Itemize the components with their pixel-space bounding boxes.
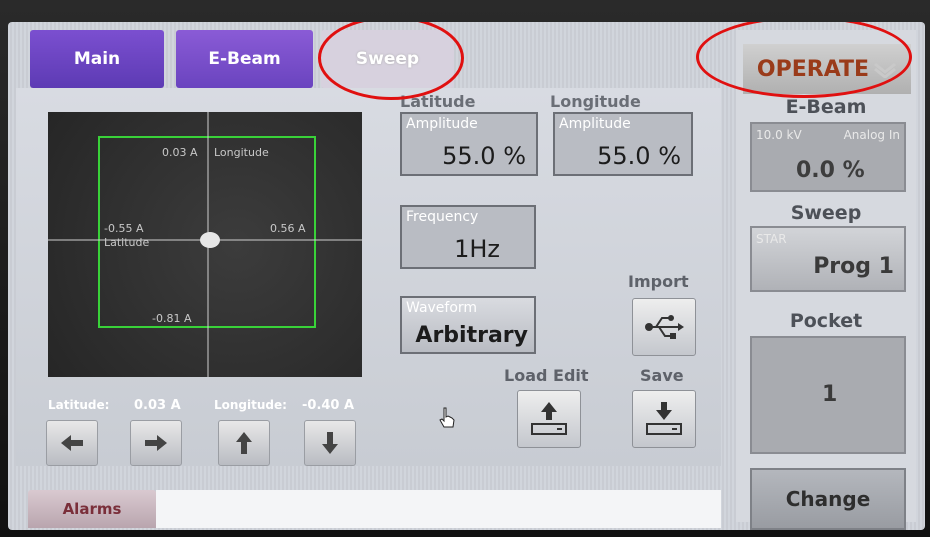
ebeam-mode: Analog In bbox=[843, 128, 900, 142]
waveform-value: Arbitrary bbox=[415, 323, 528, 348]
load-edit-button[interactable] bbox=[517, 390, 581, 448]
plot-longitude-label: Longitude bbox=[214, 146, 269, 159]
plot-latitude-label: Latitude bbox=[104, 236, 150, 249]
save-button[interactable] bbox=[632, 390, 696, 448]
latitude-heading: Latitude bbox=[400, 92, 476, 111]
save-to-drive-icon bbox=[646, 402, 682, 435]
hand-pointer-icon bbox=[439, 407, 455, 428]
move-down-button[interactable] bbox=[304, 420, 356, 466]
arrow-down-icon bbox=[322, 432, 338, 454]
plot-left-value: -0.55 A bbox=[104, 222, 144, 235]
touch-screen: Main E-Beam Sweep 0.03 A Longitude -0.55… bbox=[8, 22, 925, 530]
move-up-button[interactable] bbox=[218, 420, 270, 466]
arrow-left-icon bbox=[61, 435, 83, 451]
plot-top-value: 0.03 A bbox=[162, 146, 198, 159]
save-label: Save bbox=[640, 366, 684, 385]
frequency-field[interactable]: Frequency 1Hz bbox=[400, 205, 536, 269]
alarms-tab[interactable]: Alarms bbox=[28, 490, 156, 528]
move-left-button[interactable] bbox=[46, 420, 98, 466]
longitude-readout-value: -0.40 A bbox=[302, 398, 355, 413]
arrow-right-icon bbox=[145, 435, 167, 451]
sidebar-pocket-title: Pocket bbox=[789, 310, 863, 332]
ebeam-kv: 10.0 kV bbox=[756, 128, 802, 142]
tab-main-label: Main bbox=[73, 49, 121, 69]
pocket-value-box: 1 bbox=[750, 336, 906, 454]
tab-ebeam-label: E-Beam bbox=[208, 49, 281, 69]
operate-mode-label: OPERATE bbox=[756, 56, 870, 82]
longitude-amplitude-field[interactable]: Amplitude 55.0 % bbox=[553, 112, 693, 176]
longitude-heading: Longitude bbox=[550, 92, 641, 111]
arrow-up-icon bbox=[236, 432, 252, 454]
change-label: Change bbox=[785, 487, 871, 511]
ebeam-power-value: 0.0 % bbox=[796, 158, 865, 183]
status-bar bbox=[156, 490, 721, 528]
ebeam-status-box: 10.0 kV Analog In 0.0 % bbox=[750, 122, 906, 192]
sweep-xy-plot[interactable]: 0.03 A Longitude -0.55 A Latitude 0.56 A… bbox=[48, 112, 362, 377]
sweep-program-value: Prog 1 bbox=[813, 254, 894, 279]
sidebar-sweep-title: Sweep bbox=[790, 202, 862, 224]
plot-bottom-value: -0.81 A bbox=[152, 312, 192, 325]
frequency-value: 1Hz bbox=[454, 235, 500, 263]
sweep-program-button[interactable]: STAR Prog 1 bbox=[750, 226, 906, 292]
import-usb-button[interactable] bbox=[632, 298, 696, 356]
tab-main[interactable]: Main bbox=[30, 30, 164, 88]
chevron-down-icon bbox=[874, 62, 897, 78]
change-button[interactable]: Change bbox=[750, 468, 906, 530]
plot-graphics bbox=[48, 112, 362, 377]
beam-position-dot bbox=[200, 232, 220, 248]
load-from-drive-icon bbox=[531, 402, 567, 435]
latitude-readout-label: Latitude: bbox=[48, 398, 110, 412]
longitude-readout-label: Longitude: bbox=[214, 398, 287, 412]
move-right-button[interactable] bbox=[130, 420, 182, 466]
latitude-amplitude-label: Amplitude bbox=[406, 116, 478, 132]
alarms-label: Alarms bbox=[62, 500, 122, 518]
tab-sweep-label: Sweep bbox=[355, 49, 420, 69]
longitude-amplitude-label: Amplitude bbox=[559, 116, 631, 132]
operate-mode-button[interactable]: OPERATE bbox=[743, 44, 911, 94]
latitude-readout-value: 0.03 A bbox=[134, 398, 181, 413]
frequency-label: Frequency bbox=[406, 209, 479, 225]
usb-icon bbox=[645, 315, 684, 339]
load-edit-label: Load Edit bbox=[504, 366, 589, 385]
plot-right-value: 0.56 A bbox=[270, 222, 306, 235]
latitude-amplitude-value: 55.0 % bbox=[442, 142, 526, 170]
longitude-amplitude-value: 55.0 % bbox=[597, 142, 681, 170]
sweep-type: STAR bbox=[756, 232, 787, 246]
waveform-label: Waveform bbox=[406, 300, 478, 316]
sidebar-ebeam-title: E-Beam bbox=[785, 96, 867, 118]
import-label: Import bbox=[628, 272, 689, 291]
latitude-amplitude-field[interactable]: Amplitude 55.0 % bbox=[400, 112, 538, 176]
waveform-selector[interactable]: Waveform Arbitrary bbox=[400, 296, 536, 354]
pocket-value: 1 bbox=[822, 382, 838, 407]
tab-ebeam[interactable]: E-Beam bbox=[176, 30, 313, 88]
tab-sweep[interactable]: Sweep bbox=[321, 30, 454, 88]
